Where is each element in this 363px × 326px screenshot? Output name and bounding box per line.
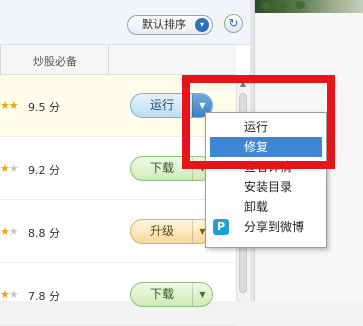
star-empty-icon: ★	[8, 288, 19, 301]
sort-label: 默认排序	[142, 18, 186, 31]
chevron-down-icon[interactable]: ▼	[192, 283, 212, 306]
star-empty-icon: ★	[8, 225, 19, 238]
star-icon: ★	[0, 162, 10, 175]
menu-item-uninstall[interactable]: 卸载	[210, 197, 322, 217]
menu-item-label: 分享到微博	[244, 220, 305, 234]
star-icon: ★	[0, 225, 10, 238]
star-icon: ★	[0, 288, 10, 301]
menu-item-share-weibo[interactable]: P 分享到微博	[210, 217, 322, 237]
leaf-shape	[261, 2, 271, 10]
action-label: 升级	[149, 224, 174, 238]
rating-score: 9.5 分	[28, 101, 60, 114]
star-empty-icon: ★	[8, 162, 19, 175]
star-icon: ★★	[0, 99, 19, 112]
download-button[interactable]: 下载 ▼	[130, 282, 213, 307]
rating-score: 7.8 分	[28, 290, 60, 303]
chevron-down-icon: ▾	[195, 18, 209, 32]
list-item[interactable]: ★★ 7.8 分 下载 ▼	[0, 264, 236, 326]
rating-stars: ★★	[0, 288, 19, 301]
upgrade-button[interactable]: 升级 ▼	[130, 219, 213, 244]
menu-item-install-dir[interactable]: 安装目录	[210, 177, 322, 197]
refresh-button[interactable]: ↻	[224, 14, 243, 33]
column-header-label: 炒股必备	[33, 55, 77, 68]
column-divider	[108, 45, 109, 75]
toolbar: 默认排序 ▾ ↻	[0, 0, 250, 45]
rating-stars: ★★	[0, 99, 19, 112]
backdrop-image	[255, 0, 363, 13]
highlight-box	[182, 75, 335, 169]
leaf-shape	[277, 4, 287, 12]
rating-score: 8.8 分	[28, 227, 60, 240]
rating-score: 9.2 分	[28, 164, 60, 177]
rating-stars: ★★	[0, 162, 19, 175]
sort-dropdown[interactable]: 默认排序 ▾	[127, 15, 213, 35]
weibo-share-icon: P	[213, 219, 229, 235]
column-header: 炒股必备	[0, 45, 236, 75]
leaf-shape	[295, 1, 305, 9]
list-item[interactable]: ★★ 8.8 分 升级 ▼	[0, 201, 236, 263]
column-divider	[0, 45, 1, 75]
action-label: 下载	[149, 287, 174, 301]
refresh-icon: ↻	[228, 16, 239, 30]
rating-stars: ★★	[0, 225, 19, 238]
